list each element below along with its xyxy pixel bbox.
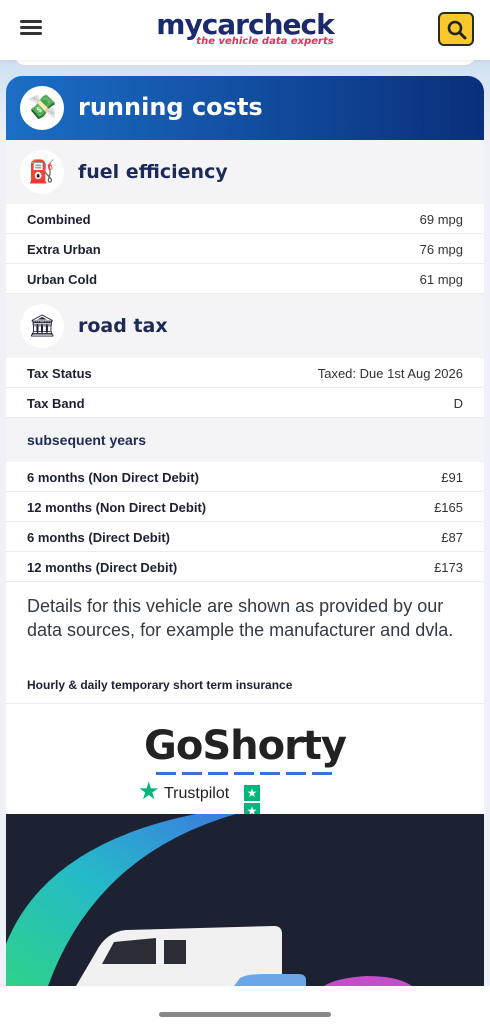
row-label: 6 months (Direct Debit): [27, 530, 171, 545]
government-building-icon: 🏛: [20, 304, 64, 348]
row-value: £87: [441, 530, 463, 545]
top-bar: mycarcheck the vehicle data experts: [0, 0, 490, 60]
row-label: Urban Cold: [27, 272, 98, 287]
system-navigation-bar: [0, 986, 490, 1024]
table-row: 6 months (Direct Debit) £87: [6, 522, 484, 552]
row-label: 12 months (Non Direct Debit): [27, 500, 207, 515]
fuel-pump-icon: ⛽: [20, 150, 64, 194]
money-icon: 💸: [20, 86, 64, 130]
row-value: Taxed: Due 1st Aug 2026: [317, 366, 463, 381]
search-button[interactable]: [438, 12, 474, 46]
row-value: 69 mpg: [419, 212, 463, 227]
row-value: 61 mpg: [419, 272, 463, 287]
search-icon: [447, 20, 467, 40]
card-header: 💸 running costs: [6, 76, 484, 140]
row-label: Combined: [27, 212, 91, 227]
vehicle-ad-banner[interactable]: [6, 814, 484, 986]
row-value: £91: [441, 470, 463, 485]
site-logo[interactable]: mycarcheck the vehicle data experts: [0, 10, 490, 48]
subsequent-years-header: subsequent years: [6, 418, 484, 462]
table-row: Tax Status Taxed: Due 1st Aug 2026: [6, 358, 484, 388]
road-tax-header: 🏛 road tax: [6, 294, 484, 358]
row-value: £165: [434, 500, 463, 515]
table-row: Combined 69 mpg: [6, 204, 484, 234]
row-label: Extra Urban: [27, 242, 101, 257]
row-label: 12 months (Direct Debit): [27, 560, 178, 575]
table-row: 12 months (Non Direct Debit) £165: [6, 492, 484, 522]
goshorty-ad[interactable]: GoShorty ★ Trustpilot ★★★★★: [6, 704, 484, 873]
table-row: Tax Band D: [6, 388, 484, 418]
row-value: D: [453, 396, 463, 411]
row-value: 76 mpg: [419, 242, 463, 257]
logo-underline: [156, 772, 334, 775]
section-title: road tax: [78, 315, 168, 337]
table-row: 6 months (Non Direct Debit) £91: [6, 462, 484, 492]
vehicle-banner-image: [6, 814, 412, 986]
data-source-disclaimer: Details for this vehicle are shown as pr…: [27, 596, 454, 640]
row-value: £173: [434, 560, 463, 575]
insurance-ad-label: Hourly & daily temporary short term insu…: [6, 674, 484, 704]
star-icon: ★: [244, 785, 260, 801]
row-label: Tax Band: [27, 396, 85, 411]
table-row: Extra Urban 76 mpg: [6, 234, 484, 264]
card-title: running costs: [78, 93, 263, 121]
table-row: Urban Cold 61 mpg: [6, 264, 484, 294]
table-row: 12 months (Direct Debit) £173: [6, 552, 484, 582]
row-label: Tax Status: [27, 366, 92, 381]
trustpilot-label: Trustpilot: [164, 785, 230, 802]
logo-tagline: the vehicle data experts: [196, 36, 334, 47]
fuel-efficiency-header: ⛽ fuel efficiency: [6, 140, 484, 204]
subsection-title: subsequent years: [27, 432, 147, 448]
trustpilot-star-icon: ★: [138, 778, 160, 805]
section-title: fuel efficiency: [78, 161, 228, 183]
running-costs-card: 💸 running costs ⛽ fuel efficiency Combin…: [6, 76, 484, 986]
goshorty-logo: GoShorty: [144, 723, 347, 769]
row-label: 6 months (Non Direct Debit): [27, 470, 199, 485]
home-indicator[interactable]: [159, 1012, 331, 1017]
